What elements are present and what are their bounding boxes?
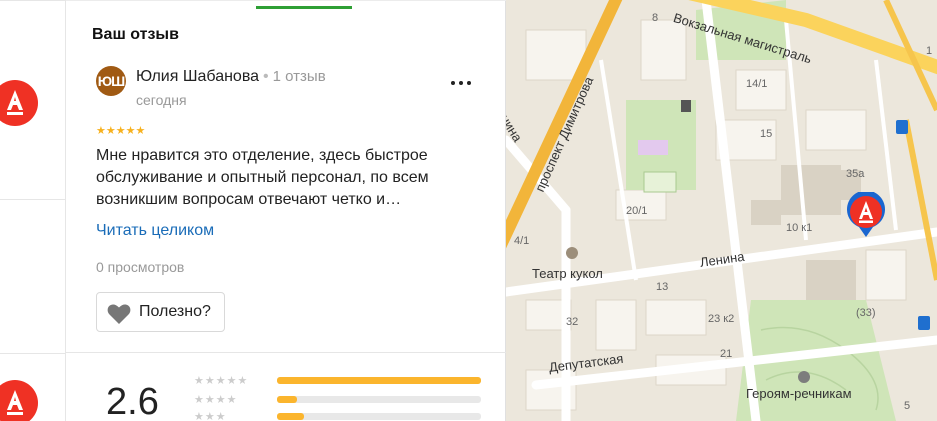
- heart-icon: [107, 304, 131, 324]
- author-line: Юлия Шабанова • 1 отзыв: [136, 68, 326, 86]
- distribution-bar-track: [277, 413, 481, 420]
- house-number: 8: [652, 12, 659, 24]
- review-panel: Ваш отзыв ЮШ Юлия Шабанова • 1 отзыв сегод…: [66, 0, 506, 421]
- useful-button[interactable]: Полезно?: [96, 292, 225, 332]
- poi-label: Героям-речникам: [746, 386, 852, 401]
- house-number: 4/1: [514, 235, 530, 247]
- distribution-bar-track: [277, 396, 481, 403]
- app-root: Ваш отзыв ЮШ Юлия Шабанова • 1 отзыв сегод…: [0, 0, 937, 421]
- house-number: 10 к1: [786, 222, 813, 234]
- more-options-button[interactable]: [448, 70, 474, 96]
- house-number: 13: [656, 281, 669, 293]
- divider: [0, 0, 66, 1]
- review-date: сегодня: [136, 92, 187, 108]
- rating-distribution-row: ★★★: [194, 410, 494, 421]
- house-number: 14/1: [746, 78, 768, 90]
- divider: [66, 352, 506, 353]
- useful-label: Полезно?: [139, 303, 211, 320]
- distribution-bar-fill: [277, 413, 304, 420]
- average-rating: 2.6: [106, 381, 159, 421]
- views-count: 0 просмотров: [96, 259, 185, 275]
- divider: [0, 199, 66, 200]
- house-number: 23 к2: [708, 313, 735, 325]
- more-dot-icon: [451, 81, 455, 85]
- distribution-bar-fill: [277, 377, 481, 384]
- house-number: 21: [720, 348, 733, 360]
- review-stars: ★★★★★: [96, 125, 146, 137]
- alfa-bank-logo-icon[interactable]: [0, 80, 38, 126]
- author-name[interactable]: Юлия Шабанова: [136, 68, 259, 85]
- rating-distribution-row: ★★★★: [194, 393, 494, 407]
- section-title: Ваш отзыв: [92, 26, 179, 43]
- more-dot-icon: [459, 81, 463, 85]
- house-number: 32: [566, 316, 579, 328]
- house-number: 1: [926, 45, 933, 57]
- divider: [66, 0, 506, 1]
- read-more-link[interactable]: Читать целиком: [96, 222, 214, 240]
- house-number: (33): [856, 307, 876, 319]
- distribution-bar-track: [277, 377, 481, 384]
- poi-label: Театр кукол: [532, 266, 603, 281]
- distribution-bar-fill: [277, 396, 298, 403]
- alfa-bank-map-pin-icon[interactable]: [846, 192, 886, 238]
- active-tab-indicator: [256, 6, 352, 9]
- distribution-stars: ★★★★: [194, 394, 238, 406]
- map-view[interactable]: Вокзальная магистраль проспект Димитрова…: [506, 0, 937, 421]
- rating-distribution-row: ★★★★★: [194, 374, 494, 388]
- review-text: Мне нравится это отделение, здесь быстро…: [96, 147, 429, 208]
- author-reviews-count: 1 отзыв: [272, 68, 326, 85]
- avatar[interactable]: ЮШ: [96, 66, 126, 96]
- divider: [0, 353, 66, 354]
- separator-dot: •: [263, 68, 269, 85]
- house-number: 20/1: [626, 205, 648, 217]
- distribution-stars: ★★★★★: [194, 375, 249, 387]
- organization-list-strip: [0, 0, 66, 421]
- house-number: 5: [904, 400, 911, 412]
- distribution-stars: ★★★: [194, 411, 227, 421]
- more-dot-icon: [467, 81, 471, 85]
- house-number: 15: [760, 128, 773, 140]
- house-number: 35а: [846, 168, 865, 180]
- alfa-bank-logo-icon[interactable]: [0, 380, 38, 421]
